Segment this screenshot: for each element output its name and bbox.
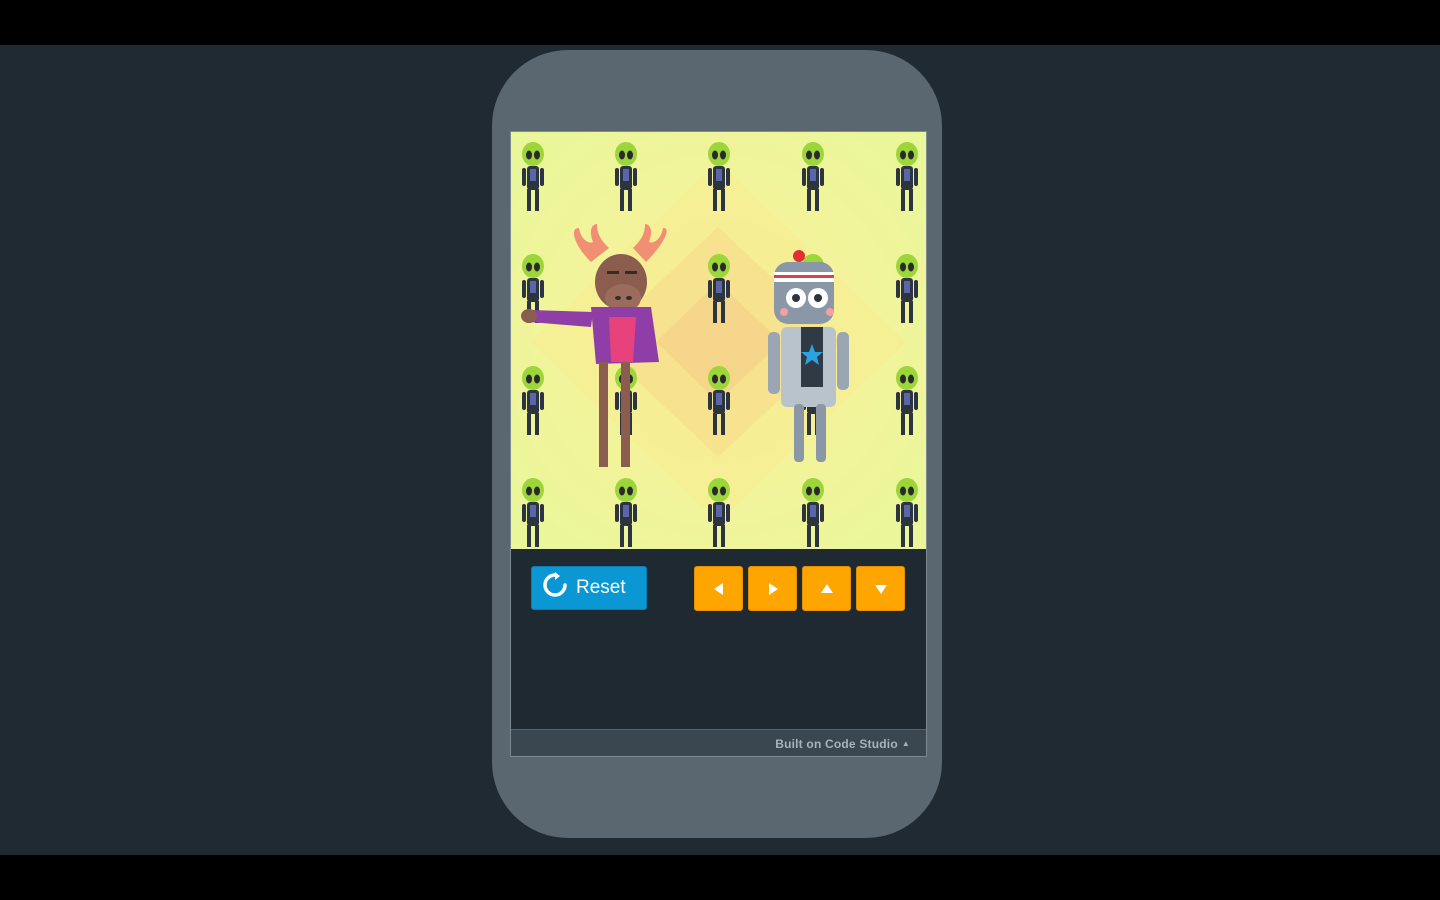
- caret-up-icon: ▲: [901, 739, 910, 748]
- left-arrow-icon: [713, 582, 723, 595]
- right-arrow-button[interactable]: [748, 566, 797, 611]
- app-screen: Reset Built on Code Studio ▲: [510, 131, 927, 757]
- left-arrow-button[interactable]: [694, 566, 743, 611]
- up-arrow-button[interactable]: [802, 566, 851, 611]
- controls-bar: Reset: [511, 549, 926, 729]
- up-arrow-icon: [820, 583, 833, 593]
- reset-button[interactable]: Reset: [531, 566, 647, 610]
- reset-label: Reset: [576, 577, 626, 598]
- down-arrow-button[interactable]: [856, 566, 905, 611]
- right-arrow-icon: [768, 582, 778, 595]
- reset-icon: [542, 572, 568, 604]
- built-on-label: Built on Code Studio: [775, 737, 898, 751]
- footer-bar: Built on Code Studio ▲: [511, 729, 926, 756]
- built-on-code-studio-link[interactable]: Built on Code Studio ▲: [775, 737, 910, 751]
- dance-floor: [521, 142, 918, 547]
- game-canvas: [511, 132, 926, 549]
- down-arrow-icon: [874, 584, 887, 594]
